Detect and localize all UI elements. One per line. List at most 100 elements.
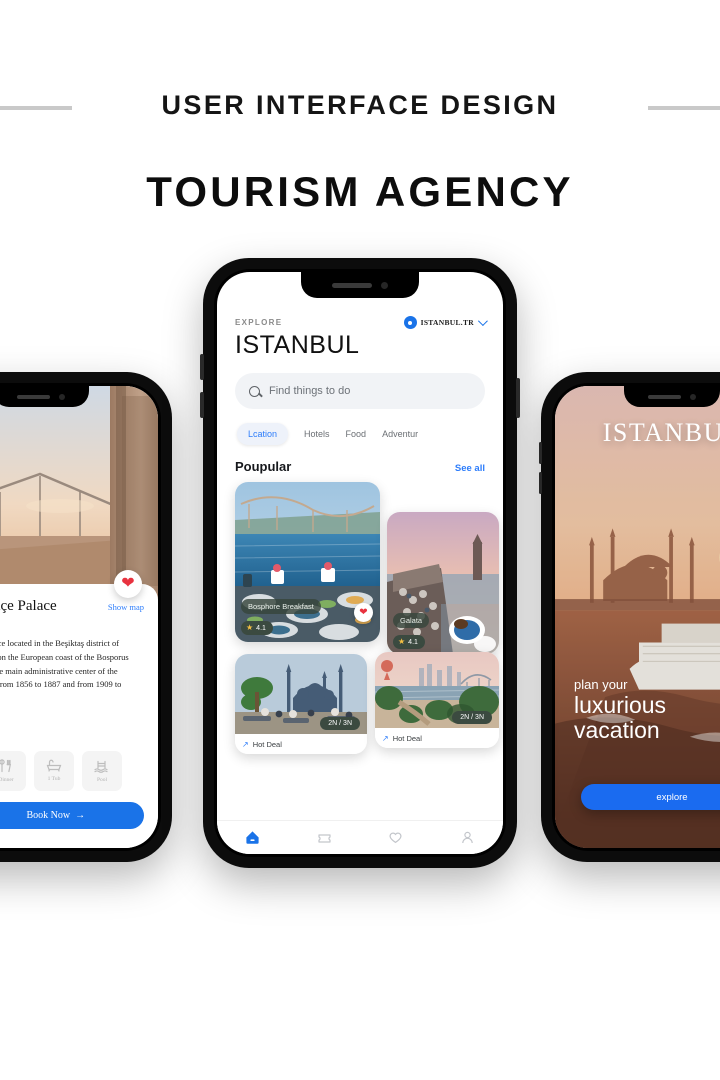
star-icon: ★ (398, 637, 406, 646)
front-camera-icon (381, 281, 388, 289)
page-title: TOURISM AGENCY (146, 168, 574, 215)
place-title: Dolmabahçe Palace (0, 598, 57, 614)
chip-adventur[interactable]: Adventur (382, 429, 418, 439)
card-rating: ★ 4.1 (393, 635, 425, 649)
volume-down-button[interactable] (200, 392, 204, 418)
see-all-link[interactable]: See all (455, 463, 485, 474)
phone-bezel-center: EXPLORE ISTANBUL.TR ISTANBUL Find things… (214, 269, 506, 857)
facility-pool[interactable]: Pool (82, 750, 122, 791)
nav-home[interactable] (245, 830, 261, 846)
card-bosphore-breakfast[interactable]: Bosphore Breakfast ★ 4.1 ❤ (235, 482, 380, 642)
card-title: Bosphore Breakfast (241, 599, 321, 614)
facility-label: Dinner (0, 776, 14, 783)
search-bar[interactable]: Find things to do (235, 373, 485, 409)
facility-label: 1 Tub (47, 776, 61, 783)
card-image (387, 512, 499, 654)
star-icon: ★ (246, 623, 254, 632)
profile-icon (461, 831, 473, 844)
card-rating: ★ 4.1 (241, 621, 273, 635)
card-hot-deal-1[interactable]: 2N / 3N ↗ Hot Deal (235, 654, 367, 754)
section-title: Poupular (235, 459, 292, 474)
page-header: USER INTERFACE DESIGN TOURISM AGENCY (0, 0, 720, 230)
front-camera-icon (59, 393, 65, 400)
home-icon (246, 831, 259, 844)
hot-deal-label: Hot Deal (252, 739, 282, 749)
front-camera-icon (690, 393, 696, 400)
card-favorite-button[interactable]: ❤ (354, 603, 373, 622)
speaker-slot-icon (332, 282, 372, 288)
bottom-navigation (217, 820, 503, 854)
chip-food[interactable]: Food (346, 429, 367, 439)
search-input[interactable]: Find things to do (269, 385, 350, 397)
facility-tub[interactable]: 1 Tub (34, 750, 74, 791)
search-icon (249, 385, 260, 397)
explore-label: EXPLORE (235, 318, 283, 327)
rating-value: 4.1 (256, 624, 266, 632)
hot-deal-row: ↗ Hot Deal (375, 728, 499, 748)
hot-deal-row: ↗ Hot Deal (235, 734, 367, 754)
cutlery-icon (0, 759, 14, 775)
nav-favorites[interactable] (388, 830, 404, 846)
reviews-count: (355 Reviews) (0, 621, 144, 631)
detail-footer: $99 Book Now → (0, 801, 144, 829)
city-heading: ISTANBUL (235, 331, 360, 359)
map-pin-icon (403, 316, 417, 329)
card-galata[interactable]: Galata ★ 4.1 (387, 512, 499, 654)
show-map-link[interactable]: Show map (108, 602, 144, 612)
nights-badge: 2N / 3N (452, 711, 492, 724)
book-now-button[interactable]: Book Now → (0, 801, 144, 829)
explore-button[interactable]: explore (581, 784, 720, 810)
phone-notch-center (301, 272, 419, 298)
chip-location[interactable]: Lcation (237, 423, 289, 445)
pool-icon (94, 759, 110, 775)
power-button[interactable] (516, 378, 520, 418)
speaker-slot-icon (17, 394, 50, 399)
phone-notch-right (624, 386, 720, 407)
phone-notch-left (0, 386, 89, 407)
volume-up-button[interactable] (200, 354, 204, 380)
heart-icon (389, 832, 402, 844)
explore-screen: EXPLORE ISTANBUL.TR ISTANBUL Find things… (217, 272, 503, 854)
location-selector[interactable]: ISTANBUL.TR (403, 316, 488, 329)
card-title: Galata (393, 613, 430, 628)
trending-up-icon: ↗ (242, 739, 249, 749)
location-name: ISTANBUL.TR (420, 318, 474, 327)
speaker-slot-icon (648, 394, 681, 399)
detail-title-row: Dolmabahçe Palace Show map (0, 598, 144, 615)
phone-screen-left: ‹ ❤ Dolmabahçe Palace Show map (355 Revi… (0, 386, 158, 848)
popular-cards: Bosphore Breakfast ★ 4.1 ❤ Galata ★ 4.1 … (235, 482, 499, 782)
phone-mockup-center: EXPLORE ISTANBUL.TR ISTANBUL Find things… (200, 258, 520, 868)
heart-icon: ❤ (121, 575, 135, 592)
facility-dinner[interactable]: Dinner (0, 750, 26, 791)
rating-value: 4.1 (408, 638, 418, 646)
header-kicker: USER INTERFACE DESIGN (161, 90, 559, 120)
chevron-down-icon (477, 316, 488, 327)
bathtub-icon (46, 759, 62, 774)
explore-header: EXPLORE ISTANBUL.TR (235, 316, 488, 329)
category-chips: Lcation Hotels Food Adventur (235, 423, 485, 445)
phone-screen-center: EXPLORE ISTANBUL.TR ISTANBUL Find things… (217, 272, 503, 854)
phone-bezel-right: ISTANBUL plan your luxurious vacation ex… (552, 383, 720, 851)
nav-tickets[interactable] (316, 830, 332, 846)
tagline-line2: vacation (574, 717, 660, 744)
nav-profile[interactable] (459, 830, 475, 846)
heart-icon: ❤ (359, 606, 368, 618)
volume-up-button[interactable] (539, 442, 542, 464)
onboarding-tagline: plan your luxurious vacation (574, 677, 666, 745)
card-hot-deal-2[interactable]: 2N / 3N ↗ Hot Deal (375, 652, 499, 748)
detail-hero-image: ‹ (0, 386, 158, 601)
favorite-button[interactable]: ❤ (114, 570, 142, 598)
volume-down-button[interactable] (539, 472, 542, 494)
facility-label: Pool (96, 776, 108, 783)
read-more-link[interactable]: ...more (0, 713, 144, 723)
facilities-row: Water Dinner (0, 750, 144, 791)
phone-screen-right: ISTANBUL plan your luxurious vacation ex… (555, 386, 720, 848)
tagline-small: plan your (574, 676, 628, 692)
nights-badge: 2N / 3N (320, 717, 360, 730)
book-now-label: Book Now (26, 809, 71, 821)
facilities-heading: Facilities (0, 734, 144, 744)
hot-deal-label: Hot Deal (392, 733, 422, 743)
chip-hotels[interactable]: Hotels (304, 429, 330, 439)
popular-section-header: Poupular See all (235, 459, 485, 474)
phone-mockup-right: ISTANBUL plan your luxurious vacation ex… (539, 372, 720, 862)
